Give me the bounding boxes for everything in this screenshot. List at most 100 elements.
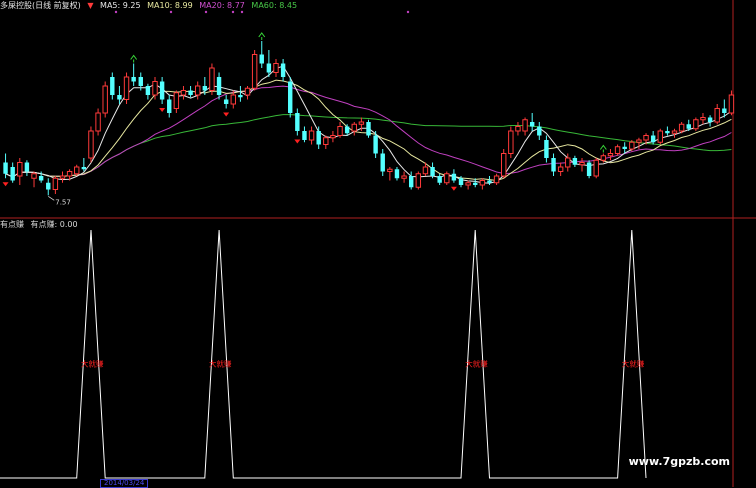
- candle-body-up: [323, 137, 329, 145]
- buy-arrow-icon: [130, 54, 138, 63]
- stock-chart[interactable]: 7.57 大就赚 大就赚 大就赚 大就赚: [0, 0, 756, 487]
- candle-body-up: [351, 123, 357, 132]
- candle-body-down: [202, 86, 208, 91]
- candle-body-down: [537, 126, 542, 136]
- buy-arrow-icon: [258, 32, 266, 40]
- candle-body-up: [415, 173, 422, 188]
- candle-body-down: [430, 167, 435, 176]
- candle-body-down: [622, 146, 627, 149]
- candle-body-down: [665, 131, 670, 134]
- spike-label: 大就赚: [465, 358, 488, 368]
- candle-body-up: [600, 155, 607, 161]
- candle-body-up: [444, 173, 450, 184]
- sell-arrow-icon: [294, 139, 301, 144]
- low-label: 7.57: [55, 198, 71, 206]
- main-chart-header: 多屎控股(日线 前复权) ▼ MA5: 9.25 MA10: 8.99 MA20…: [0, 0, 301, 12]
- header-dot: [406, 10, 410, 14]
- ma20-label: MA20: 8.77: [199, 1, 245, 10]
- candle-body-up: [358, 121, 365, 125]
- candle-body-down: [145, 86, 151, 95]
- candle-body-up: [17, 162, 23, 177]
- candle-body-up: [643, 135, 649, 141]
- spike-label: 大就赚: [81, 358, 104, 368]
- candle-body-up: [387, 168, 393, 172]
- candle-body-up: [337, 126, 343, 136]
- candle-body-down: [487, 180, 492, 183]
- spike-label: 大就赚: [209, 358, 232, 368]
- candle-body-down: [238, 95, 243, 98]
- candle-body-up: [401, 175, 407, 179]
- sell-arrow-icon: [159, 108, 166, 112]
- candle-body-down: [373, 135, 378, 154]
- candle-body-down: [138, 77, 143, 86]
- candle-body-down: [38, 176, 44, 181]
- watermark: www.7gpzb.com: [628, 455, 730, 468]
- candle-body-down: [551, 158, 556, 172]
- candle-body-down: [131, 77, 136, 82]
- candle-body-up: [95, 112, 101, 132]
- candle-body-up: [88, 130, 94, 159]
- candle-body-up: [693, 119, 699, 130]
- candle-body-down: [216, 77, 222, 95]
- candle-body-down: [280, 63, 286, 77]
- candle-body-down: [316, 131, 321, 145]
- indicator-line: [0, 229, 647, 479]
- candle-body-down: [473, 182, 478, 185]
- candle-body-up: [700, 117, 706, 121]
- candle-body-down: [650, 135, 656, 143]
- candle-body-down: [159, 81, 165, 100]
- candle-body-down: [3, 162, 8, 174]
- candle-body-up: [74, 166, 80, 175]
- spike-label: 大就赚: [622, 358, 645, 368]
- candle-body-up: [194, 85, 201, 96]
- indicator-value: 有点赚: 0.00: [30, 220, 78, 229]
- candle-body-down: [24, 162, 30, 172]
- candle-body-down: [10, 167, 15, 181]
- candle-body-up: [152, 81, 158, 96]
- candle-body-down: [408, 176, 414, 188]
- candle-body-up: [52, 177, 59, 190]
- candle-body-down: [451, 173, 457, 181]
- low-pointer: [48, 196, 55, 201]
- candle-body-down: [437, 176, 442, 183]
- candle-body-up: [728, 94, 735, 114]
- stock-title: 多屎控股(日线 前复权): [0, 1, 81, 10]
- candle-body-down: [259, 54, 264, 64]
- candle-body-up: [31, 173, 37, 179]
- candle-body-down: [167, 99, 172, 113]
- candle-body-down: [81, 167, 87, 170]
- candle-body-up: [59, 175, 66, 179]
- candle-body-up: [629, 141, 635, 150]
- candle-body-up: [714, 108, 720, 123]
- candle-body-down: [707, 117, 713, 122]
- candle-body-up: [522, 119, 528, 132]
- ma60-label: MA60: 8.45: [251, 1, 298, 10]
- candle-body-up: [173, 92, 180, 109]
- candle-body-up: [244, 87, 251, 96]
- candle-body-up: [308, 130, 315, 141]
- candle-body-up: [508, 130, 514, 154]
- indicator-name: 有点赚: [0, 220, 24, 229]
- candle-body-up: [515, 126, 521, 132]
- candle-body-down: [572, 158, 578, 165]
- candle-body-up: [422, 166, 429, 175]
- candle-body-down: [223, 99, 229, 104]
- candle-body-up: [671, 130, 678, 134]
- candle-body-up: [66, 171, 73, 177]
- candle-body-up: [123, 76, 130, 100]
- candle-body-down: [110, 77, 115, 95]
- candle-body-down: [295, 113, 300, 131]
- candle-body-up: [465, 182, 471, 186]
- candle-body-down: [188, 90, 193, 95]
- sell-arrow-icon: [2, 182, 9, 187]
- candle-body-down: [266, 63, 272, 73]
- candle-body-up: [180, 90, 187, 96]
- candle-body-down: [366, 122, 371, 136]
- candle-body-down: [117, 95, 122, 100]
- candle-body-up: [593, 159, 599, 177]
- candle-body-down: [586, 162, 592, 176]
- sell-arrow-icon: [223, 112, 230, 117]
- candle-body-up: [614, 146, 621, 154]
- candle-body-down: [722, 108, 727, 113]
- candle-body-up: [330, 135, 336, 139]
